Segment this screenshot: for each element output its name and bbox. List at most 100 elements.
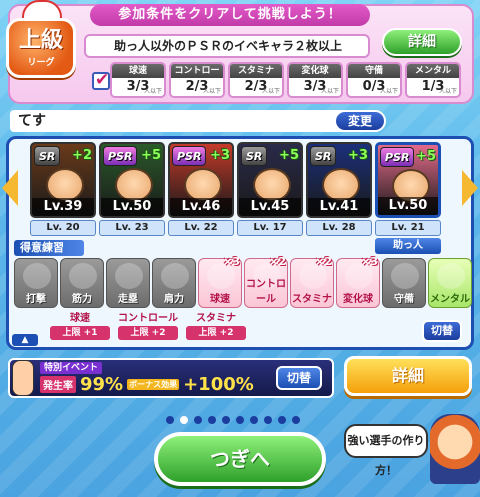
- card-sub-level: Lv. 21: [375, 220, 441, 236]
- page-dot[interactable]: [166, 416, 174, 424]
- card-level: Lv.50: [378, 197, 438, 215]
- condition-stat-cell: 球速 3/3 人以下: [110, 62, 166, 98]
- limit-name: 球速: [70, 313, 90, 324]
- practice-row: 打撃 筋力 走塁 肩力 球速 ×3 コントロール ×2 スタミナ ×2 変化球 ×3 守備 メンタル: [14, 255, 472, 308]
- character-face-icon: [46, 168, 84, 202]
- practice-label: 筋力: [72, 294, 92, 305]
- page-dot[interactable]: [264, 416, 272, 424]
- page-dot[interactable]: [180, 416, 188, 424]
- support-card[interactable]: SR +2 Lv.39 Lv. 20: [30, 142, 96, 254]
- condition-stat-cell: 変化球 3/3 人以下: [287, 62, 343, 98]
- support-card[interactable]: PSR +3 Lv.46 Lv. 22: [168, 142, 234, 254]
- support-card[interactable]: PSR +5 Lv.50 Lv. 23: [99, 142, 165, 254]
- card-plus-value: +3: [348, 148, 368, 163]
- card-plus-value: +5: [141, 148, 161, 163]
- stat-cell-note: 人以下: [202, 88, 221, 95]
- character-face-icon: [253, 168, 291, 202]
- card-art: SR +5 Lv.45: [237, 142, 303, 218]
- limit-item: スタミナ 上限 +2: [186, 312, 246, 340]
- collapse-up-icon[interactable]: ▲: [12, 334, 38, 346]
- practice-label: 打撃: [26, 294, 46, 305]
- support-card[interactable]: PSR +5 Lv.50 Lv. 21 助っ人: [375, 142, 441, 254]
- practice-icon: [69, 263, 97, 289]
- event-rate-value: 99%: [80, 374, 124, 395]
- card-sub-level: Lv. 23: [99, 220, 165, 236]
- practice-icon: [23, 263, 51, 289]
- page-dots: [166, 416, 300, 424]
- event-rate-label: 発生率: [40, 376, 76, 393]
- page-dot[interactable]: [278, 416, 286, 424]
- condition-detail-button[interactable]: 詳細: [382, 28, 462, 56]
- practice-label: 球速: [210, 294, 230, 305]
- card-art: PSR +5 Lv.50: [375, 142, 441, 218]
- practice-tile: 走塁: [106, 258, 150, 308]
- practice-icon: [437, 263, 465, 289]
- condition-banner: 参加条件をクリアして挑戦しよう！: [90, 4, 370, 26]
- stat-cell-label: 変化球: [289, 64, 341, 78]
- next-button[interactable]: つぎへ: [154, 432, 326, 486]
- practice-icon: [115, 263, 143, 289]
- practice-tile: スタミナ ×2: [290, 255, 334, 308]
- practice-icon: [391, 263, 419, 289]
- stat-cell-note: 人以下: [379, 88, 398, 95]
- event-stats: 発生率 99% ボーナス効果 +100%: [40, 374, 254, 395]
- event-bonus-value: +100%: [183, 374, 254, 395]
- card-plus-value: +5: [279, 148, 299, 163]
- detail-button[interactable]: 詳細: [344, 356, 472, 396]
- event-character-icon: [12, 360, 34, 396]
- page-dot[interactable]: [250, 416, 258, 424]
- condition-stat-cell: コントロール 2/3 人以下: [169, 62, 225, 98]
- card-plus-value: +2: [72, 148, 92, 163]
- card-rarity-badge: PSR: [103, 146, 138, 166]
- card-rarity-badge: PSR: [380, 147, 415, 167]
- character-face-icon: [115, 168, 153, 202]
- deck-cards: SR +2 Lv.39 Lv. 20 PSR +5 Lv.50 Lv. 23 PSR +3 Lv.4…: [30, 142, 441, 254]
- guide-character-icon[interactable]: [430, 414, 480, 484]
- team-change-button[interactable]: 変更: [334, 110, 386, 132]
- card-art: SR +3 Lv.41: [306, 142, 372, 218]
- prev-deck-arrow-icon[interactable]: [2, 170, 18, 206]
- stat-cell-label: 守備: [348, 64, 400, 78]
- condition-stat-cell: スタミナ 2/3 人以下: [228, 62, 284, 98]
- stat-cell-label: コントロール: [171, 64, 223, 90]
- page-dot[interactable]: [236, 416, 244, 424]
- limit-row: 球速 上限 +1 コントロール 上限 +2 スタミナ 上限 +2: [50, 312, 246, 340]
- page-dot[interactable]: [222, 416, 230, 424]
- practice-tile: 守備: [382, 258, 426, 308]
- practice-tile: コントロール ×2: [244, 255, 288, 308]
- limit-item: 球速 上限 +1: [50, 312, 110, 340]
- stat-cell-note: 人以下: [438, 88, 457, 95]
- practice-label: 変化球: [343, 294, 373, 305]
- card-sub-level: Lv. 17: [237, 220, 303, 236]
- limit-item: コントロール 上限 +2: [118, 312, 178, 340]
- team-name: てす: [10, 110, 380, 132]
- character-face-icon: [322, 168, 360, 202]
- page-dot[interactable]: [208, 416, 216, 424]
- card-level: Lv.39: [32, 198, 94, 216]
- support-card[interactable]: SR +3 Lv.41 Lv. 28: [306, 142, 372, 254]
- card-rarity-badge: SR: [310, 146, 337, 166]
- condition-stat-cell: 守備 0/3 人以下: [346, 62, 402, 98]
- practice-tile: 球速 ×3: [198, 255, 242, 308]
- page-dot[interactable]: [292, 416, 300, 424]
- rank-badge: 上級 リーグ: [6, 18, 76, 78]
- practice-tile: 肩力: [152, 258, 196, 308]
- practice-icon: [161, 263, 189, 289]
- practice-tile: 筋力: [60, 258, 104, 308]
- practice-label: 肩力: [164, 294, 184, 305]
- event-switch-button[interactable]: 切替: [276, 366, 322, 390]
- card-sub-level: Lv. 28: [306, 220, 372, 236]
- limit-name: スタミナ: [196, 313, 236, 324]
- condition2-checkbox: [92, 70, 110, 90]
- support-card[interactable]: SR +5 Lv.45 Lv. 17: [237, 142, 303, 254]
- next-deck-arrow-icon[interactable]: [462, 170, 478, 206]
- practice-multiplier: ×3: [361, 255, 378, 268]
- stat-cell-label: メンタル: [407, 64, 459, 78]
- limit-name: コントロール: [118, 313, 178, 324]
- practice-label: コントロール: [246, 279, 286, 305]
- condition1-text: 助っ人以外のＰＳＲのイベキャラ２枚以上: [84, 34, 370, 58]
- tip-bubble[interactable]: 強い選手の作り方！: [344, 424, 428, 477]
- deck-switch-button[interactable]: 切替: [422, 320, 462, 342]
- event-bonus-label: ボーナス効果: [127, 379, 180, 390]
- page-dot[interactable]: [194, 416, 202, 424]
